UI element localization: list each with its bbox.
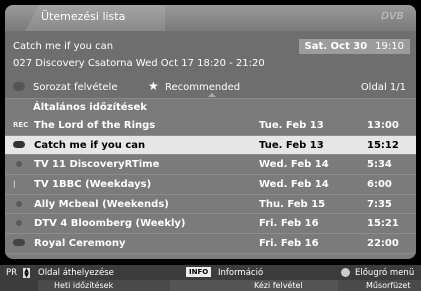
manual-record-label: Kézi felvétel [254, 281, 303, 290]
current-date: Sat. Oct 30 [304, 41, 368, 52]
scroll-up-icon[interactable] [208, 93, 216, 97]
page-move-label[interactable]: Oldal áthelyezése [38, 268, 114, 278]
row-time: 13:00 [367, 120, 399, 131]
row-time: 6:00 [367, 179, 392, 191]
schedule-list: REC The Lord of the Rings Tue. Feb 13 13:00… [5, 116, 416, 254]
row-title: Catch me if you can [34, 139, 146, 151]
weekly-timer-button[interactable]: Heti időzítések [38, 280, 170, 291]
record-pill-icon [13, 239, 25, 247]
row-date: Wed. Feb 14 [259, 179, 329, 191]
page-indicator: Oldal 1/1 [360, 82, 406, 93]
record-pill-icon [13, 140, 25, 148]
weekly-timer-label: Heti időzítések [54, 281, 114, 290]
row-title: The Lord of the Rings [34, 120, 156, 131]
record-dot-icon [16, 161, 22, 168]
row-time: 15:21 [367, 218, 399, 230]
schedule-row[interactable]: Ally Mcbeal (Weekends) Thu. Feb 15 7:35 [5, 194, 416, 215]
program-channel: 027 Discovery Csatorna Wed Oct 17 18:20 … [13, 58, 265, 69]
series-record-icon [13, 82, 25, 91]
manual-record-button[interactable]: Kézi felvétel [170, 280, 338, 291]
row-date: Wed. Feb 14 [259, 159, 329, 171]
current-time: 19:10 [375, 41, 404, 52]
updown-arrows-icon: ▲ ▼ [23, 267, 30, 279]
record-bar-icon: | [13, 180, 16, 189]
record-dot-icon [16, 200, 22, 207]
footer-bar: PR ▲ ▼ Oldal áthelyezése INFO Információ … [0, 265, 421, 291]
recommended-label[interactable]: Recommended [165, 82, 240, 93]
back-button-icon[interactable] [341, 268, 350, 277]
window-title: Ütemezési lista [41, 10, 126, 23]
info-key[interactable]: INFO [186, 267, 212, 277]
dvb-logo: DVB [381, 11, 404, 22]
row-title: TV 1BBC (Weekdays) [34, 179, 152, 191]
record-dot-icon [16, 220, 22, 227]
schedule-row[interactable]: DTV 4 Bloomberg (Weekly) Fri. Feb 16 15:21 [5, 214, 416, 235]
row-date: Tue. Feb 13 [259, 139, 324, 151]
schedule-row[interactable]: Catch me if you can Tue. Feb 13 15:12 [5, 135, 416, 156]
row-date: Tue. Feb 13 [259, 120, 324, 131]
row-title: DTV 4 Bloomberg (Weekly) [34, 218, 186, 230]
schedule-panel: Ütemezési lista DVB Catch me if you can … [5, 5, 416, 259]
guide-button[interactable]: Műsorfüzet [338, 280, 421, 291]
schedule-row[interactable]: Royal Ceremony Fri. Feb 16 22:00 [5, 234, 416, 254]
pr-key: PR [6, 268, 18, 278]
schedule-row[interactable]: REC The Lord of the Rings Tue. Feb 13 13:00 [5, 116, 416, 136]
row-title: Ally Mcbeal (Weekends) [34, 198, 169, 210]
row-date: Fri. Feb 16 [259, 218, 319, 230]
row-date: Thu. Feb 15 [259, 198, 326, 210]
row-time: 5:34 [367, 159, 392, 171]
list-header-label: Általános időzítések [33, 102, 147, 113]
schedule-row[interactable]: | TV 1BBC (Weekdays) Wed. Feb 14 6:00 [5, 175, 416, 195]
guide-label: Műsorfüzet [366, 281, 411, 290]
star-icon: ★ [148, 79, 159, 93]
row-time: 15:12 [367, 139, 399, 151]
row-time: 7:35 [367, 198, 392, 210]
program-name: Catch me if you can [13, 41, 114, 52]
series-record-label[interactable]: Sorozat felvétele [33, 82, 117, 93]
title-bar: Ütemezési lista DVB [5, 5, 416, 31]
rec-icon: REC [13, 121, 29, 129]
popup-menu-label[interactable]: Előugró menü [355, 268, 414, 278]
row-title: TV 11 DiscoveryRTime [34, 159, 160, 171]
current-datetime: Sat. Oct 30 19:10 [298, 39, 410, 54]
program-info: Catch me if you can 027 Discovery Csator… [5, 31, 416, 101]
schedule-row[interactable]: TV 11 DiscoveryRTime Wed. Feb 14 5:34 [5, 155, 416, 176]
row-time: 22:00 [367, 238, 399, 250]
list-header: Általános időzítések [5, 98, 416, 117]
info-label[interactable]: Információ [218, 268, 263, 278]
row-date: Fri. Feb 16 [259, 238, 319, 250]
schedule-list-screen: Ütemezési lista DVB Catch me if you can … [0, 0, 421, 291]
row-title: Royal Ceremony [34, 238, 126, 250]
